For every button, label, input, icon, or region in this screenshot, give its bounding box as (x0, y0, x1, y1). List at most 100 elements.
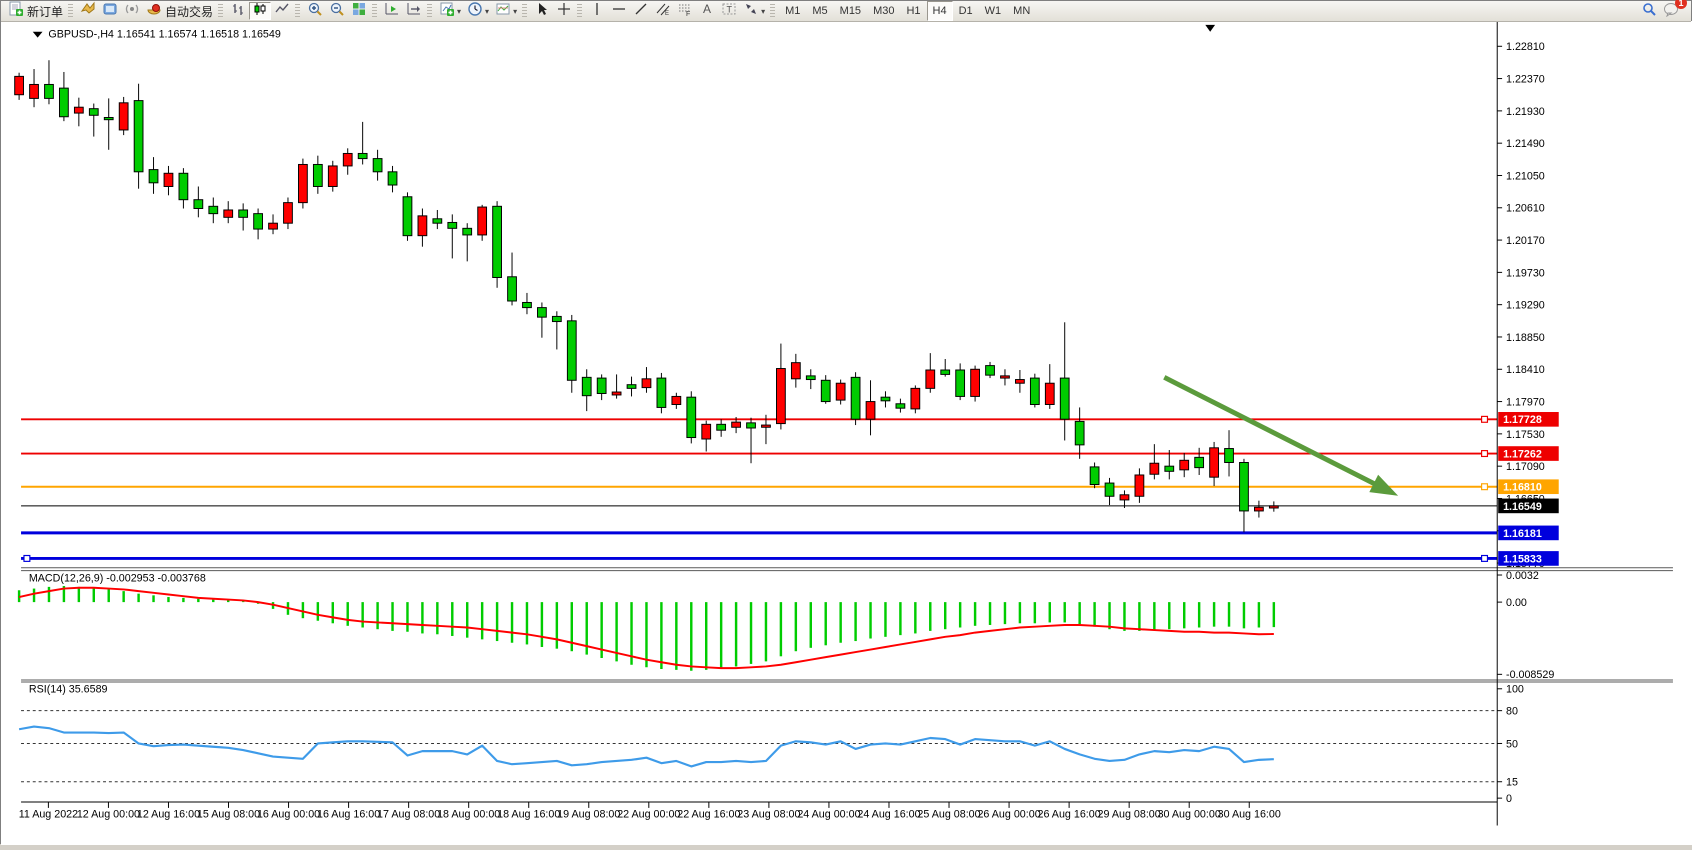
market-watch-button[interactable] (77, 2, 99, 20)
fibonacci-tool-button[interactable]: F (674, 2, 696, 20)
candle-body (896, 404, 905, 408)
timeframe-M5[interactable]: M5 (806, 1, 833, 21)
candle-body (926, 370, 935, 388)
timeframe-M30[interactable]: M30 (867, 1, 900, 21)
svg-text:1.17090: 1.17090 (1506, 461, 1545, 473)
new-order-button[interactable]: 新订单 (5, 2, 66, 20)
svg-text:1.22810: 1.22810 (1506, 41, 1545, 53)
svg-text:16 Aug 00:00: 16 Aug 00:00 (257, 809, 320, 821)
svg-text:1.17530: 1.17530 (1506, 429, 1545, 441)
line-handle[interactable] (1482, 484, 1488, 490)
candle-body (1180, 460, 1189, 470)
line-chart-mode-button[interactable] (271, 2, 293, 20)
toolbar: 新订单 自动交易 ▾ ▾ ▾ E F (1, 1, 1691, 22)
svg-text:29 Aug 08:00: 29 Aug 08:00 (1098, 809, 1161, 821)
line-handle[interactable] (24, 556, 30, 562)
line-handle[interactable] (1482, 416, 1488, 422)
tile-windows-button[interactable] (348, 2, 370, 20)
line-handle[interactable] (1482, 556, 1488, 562)
periods-button[interactable]: ▾ (464, 2, 492, 20)
candle-body (672, 396, 681, 404)
trendline-tool-button[interactable] (630, 2, 652, 20)
candle-chart-mode-button[interactable] (249, 2, 271, 20)
auto-trading-button[interactable]: 自动交易 (143, 2, 216, 20)
candle-body (194, 200, 203, 209)
candle-body (1001, 376, 1010, 378)
line-handle[interactable] (1482, 451, 1488, 457)
timeframe-W1[interactable]: W1 (979, 1, 1008, 21)
candle-body (403, 197, 412, 236)
timeframe-group: M1M5M15M30H1H4D1W1MN (779, 1, 1036, 21)
candle-body (836, 383, 845, 400)
text-tool-button[interactable]: A (696, 2, 718, 20)
timeframe-M1[interactable]: M1 (779, 1, 806, 21)
chart-shift-button[interactable] (403, 2, 425, 20)
dropdown-caret: ▾ (513, 7, 517, 16)
svg-text:1.19290: 1.19290 (1506, 300, 1545, 312)
svg-text:0.00: 0.00 (1506, 597, 1527, 609)
timeframe-H1[interactable]: H1 (900, 1, 926, 21)
cursor-tool-button[interactable] (531, 2, 553, 20)
timeframe-D1[interactable]: D1 (953, 1, 979, 21)
candle-body (373, 159, 382, 172)
candle-body (986, 366, 995, 376)
candle-body (1150, 463, 1159, 474)
timeframe-M15[interactable]: M15 (834, 1, 867, 21)
toolbar-grip (218, 4, 223, 18)
data-window-button[interactable] (99, 2, 121, 20)
symbol-title: GBPUSD-,H4 1.16541 1.16574 1.16518 1.165… (48, 29, 280, 41)
svg-text:50: 50 (1506, 738, 1518, 750)
alerts-button[interactable] (121, 2, 143, 20)
svg-text:22 Aug 16:00: 22 Aug 16:00 (677, 809, 740, 821)
auto-scroll-button[interactable] (381, 2, 403, 20)
zoom-out-icon (329, 1, 345, 22)
label-tool-button[interactable]: T (718, 2, 740, 20)
candle-body (597, 378, 606, 393)
channel-tool-button[interactable]: E (652, 2, 674, 20)
candle-body (269, 223, 278, 229)
zoom-out-button[interactable] (326, 2, 348, 20)
arrows-icon (743, 1, 759, 22)
zoom-in-icon (307, 1, 323, 22)
timeframe-MN[interactable]: MN (1007, 1, 1036, 21)
svg-text:30 Aug 00:00: 30 Aug 00:00 (1158, 809, 1221, 821)
crosshair-tool-button[interactable] (553, 2, 575, 20)
candle-body (1269, 506, 1278, 508)
market-watch-icon (80, 1, 96, 22)
chart-canvas[interactable]: GBPUSD-,H4 1.16541 1.16574 1.16518 1.165… (1, 21, 1692, 845)
candle-body (732, 422, 741, 427)
search-icon[interactable] (1641, 1, 1657, 22)
candle-body (343, 153, 352, 165)
arrows-tool-button[interactable]: ▾ (740, 2, 768, 20)
candle-body (911, 388, 920, 409)
candle-body (687, 397, 696, 437)
candle-body (493, 206, 502, 277)
clock-icon (467, 1, 483, 22)
timeframe-H4[interactable]: H4 (927, 1, 953, 21)
candle-body (657, 378, 666, 407)
candle-body (582, 377, 591, 395)
svg-text:12 Aug 00:00: 12 Aug 00:00 (77, 809, 140, 821)
text-icon: A (699, 1, 715, 22)
candle-body (642, 379, 651, 388)
chart-area: GBPUSD-,H4 1.16541 1.16574 1.16518 1.165… (1, 21, 1692, 845)
candle-body (1240, 462, 1249, 510)
bar-chart-mode-button[interactable] (227, 2, 249, 20)
auto-scroll-icon (384, 1, 400, 22)
templates-button[interactable]: ▾ (492, 2, 520, 20)
candle-body (209, 206, 218, 213)
candle-body (821, 380, 830, 401)
hline-tool-button[interactable] (608, 2, 630, 20)
zoom-in-button[interactable] (304, 2, 326, 20)
svg-text:1.18410: 1.18410 (1506, 364, 1545, 376)
candle-body (508, 277, 517, 301)
svg-text:24 Aug 16:00: 24 Aug 16:00 (857, 809, 920, 821)
candle-body (448, 222, 457, 228)
toolbar-grip (427, 4, 432, 18)
notifications-button[interactable]: 1 (1663, 1, 1681, 22)
rsi-label: RSI(14) 35.6589 (29, 684, 108, 696)
vline-tool-button[interactable] (586, 2, 608, 20)
svg-text:1.21050: 1.21050 (1506, 170, 1545, 182)
svg-text:25 Aug 08:00: 25 Aug 08:00 (917, 809, 980, 821)
indicators-button[interactable]: ▾ (436, 2, 464, 20)
